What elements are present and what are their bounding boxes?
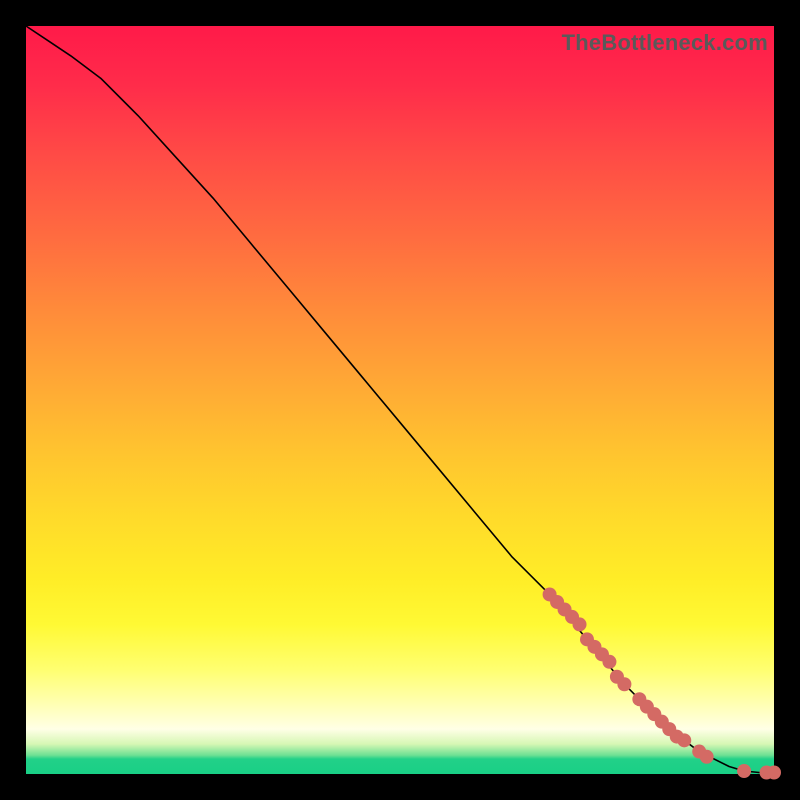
highlight-dot: [700, 750, 714, 764]
highlight-dot: [602, 655, 616, 669]
plot-area: TheBottleneck.com: [26, 26, 774, 774]
chart-svg: [26, 26, 774, 774]
chart-frame: TheBottleneck.com: [0, 0, 800, 800]
highlight-dots: [543, 587, 781, 779]
curve-line: [26, 26, 774, 773]
highlight-dot: [617, 677, 631, 691]
highlight-dot: [573, 617, 587, 631]
highlight-dot: [737, 764, 751, 778]
highlight-dot: [677, 733, 691, 747]
highlight-dot: [767, 766, 781, 780]
